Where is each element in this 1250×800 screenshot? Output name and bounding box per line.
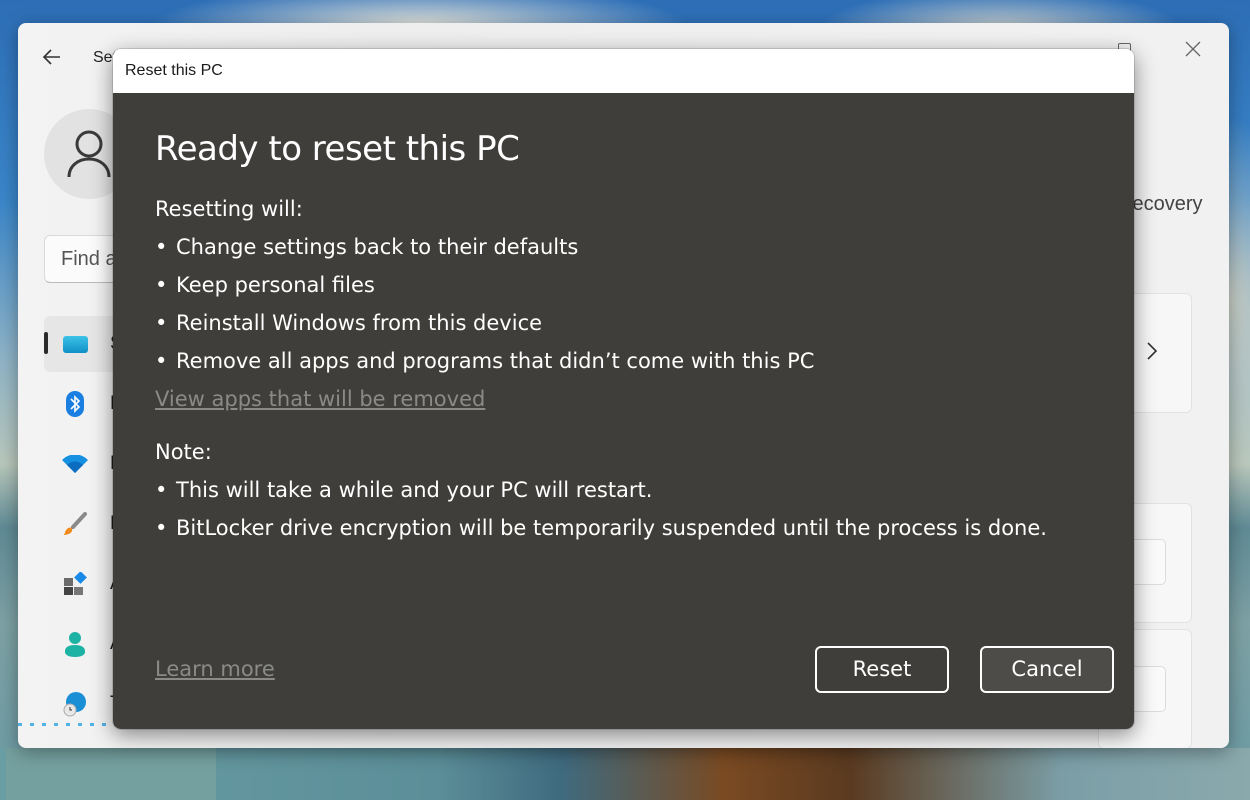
person-icon xyxy=(62,632,88,657)
list-item: • This will take a while and your PC will… xyxy=(155,478,653,502)
list-item: • Change settings back to their defaults xyxy=(155,235,579,259)
user-icon xyxy=(67,130,111,178)
dialog-title: Reset this PC xyxy=(113,49,1134,93)
resetting-label: Resetting will: xyxy=(155,197,303,221)
learn-more-link[interactable]: Learn more xyxy=(155,657,275,681)
wifi-icon xyxy=(62,452,88,476)
close-button[interactable] xyxy=(1170,35,1216,63)
list-item: • Remove all apps and programs that didn’… xyxy=(155,349,815,373)
reset-button[interactable]: Reset xyxy=(815,646,949,693)
dialog-heading: Ready to reset this PC xyxy=(155,129,520,169)
cancel-button[interactable]: Cancel xyxy=(980,646,1114,693)
list-item: • Keep personal files xyxy=(155,273,375,297)
close-icon xyxy=(1185,41,1201,57)
globe-clock-icon xyxy=(62,692,88,717)
dialog-body: Ready to reset this PC Resetting will: •… xyxy=(113,93,1134,729)
paintbrush-icon xyxy=(62,512,88,536)
selection-indicator xyxy=(44,332,48,354)
list-item: • Reinstall Windows from this device xyxy=(155,311,543,335)
apps-icon xyxy=(62,572,88,596)
view-apps-link[interactable]: View apps that will be removed xyxy=(155,387,485,411)
back-arrow-icon[interactable] xyxy=(40,45,64,69)
desktop-wallpaper-bottom xyxy=(0,748,1250,800)
note-label: Note: xyxy=(155,440,212,464)
monitor-icon xyxy=(62,332,88,356)
render-artifact xyxy=(18,723,118,726)
chevron-right-icon xyxy=(1146,341,1158,367)
bluetooth-icon xyxy=(62,391,88,417)
list-item: • BitLocker drive encryption will be temp… xyxy=(155,516,1047,540)
taskbar-fragment xyxy=(6,748,216,800)
reset-pc-dialog: Reset this PC Ready to reset this PC Res… xyxy=(113,49,1134,729)
